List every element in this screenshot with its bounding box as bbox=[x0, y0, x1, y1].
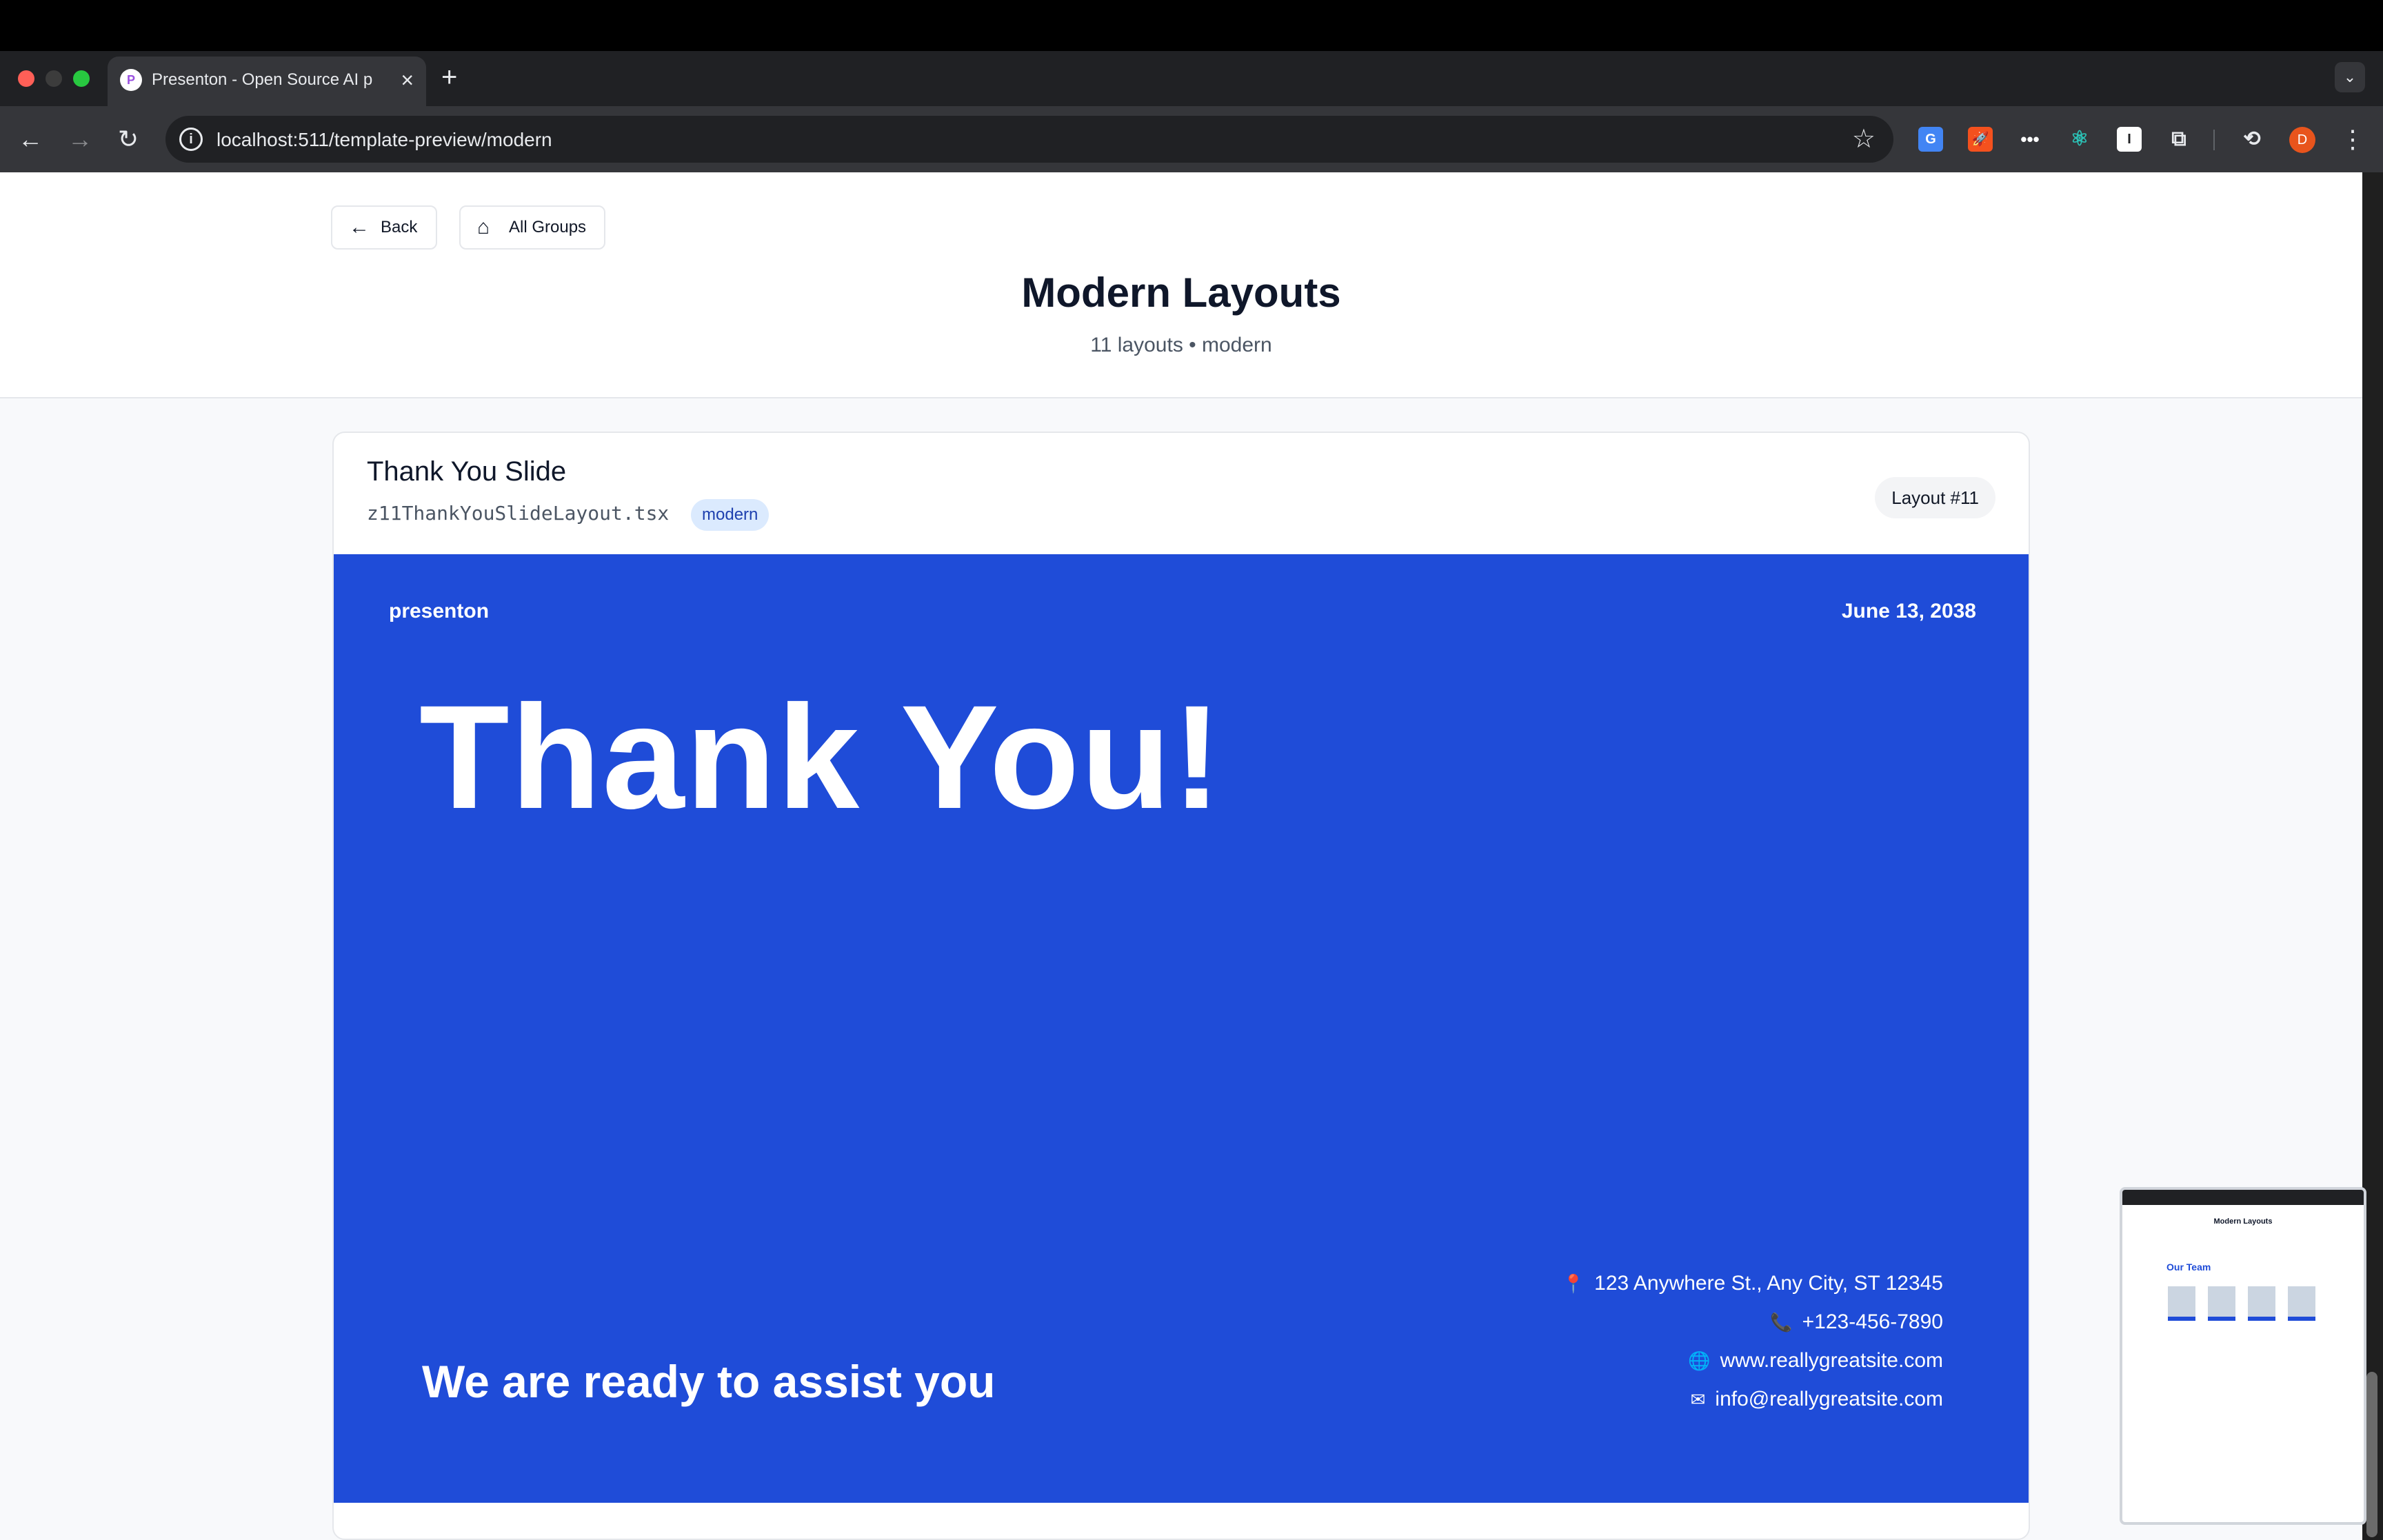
tab-title: Presenton - Open Source AI p bbox=[152, 70, 373, 89]
page-viewport: ← Back ⌂ All Groups Modern Layouts 11 la… bbox=[0, 172, 2362, 1540]
chevron-down-icon[interactable]: ⌄ bbox=[2335, 62, 2365, 92]
window-thumbnail-preview[interactable]: Modern Layouts Our Team bbox=[2120, 1187, 2366, 1525]
kebab-menu-icon[interactable]: ⋮ bbox=[2340, 121, 2365, 157]
back-arrow-icon[interactable]: ← bbox=[12, 121, 48, 157]
i-extension-icon[interactable]: I bbox=[2117, 127, 2142, 152]
thumbnail-title: Modern Layouts bbox=[2213, 1217, 2273, 1226]
website-text: www.reallygreatsite.com bbox=[1720, 1349, 1943, 1372]
layout-filename: z11ThankYouSlideLayout.tsx bbox=[367, 502, 670, 525]
react-extension-icon[interactable]: ⚛ bbox=[2067, 127, 2092, 152]
layout-title: Thank You Slide bbox=[367, 456, 567, 487]
window-minimize-button[interactable] bbox=[46, 70, 62, 87]
rocket-extension-icon[interactable]: 🚀 bbox=[1968, 127, 1993, 152]
slide-heading: Thank You! bbox=[419, 675, 1223, 840]
home-icon: ⌂ bbox=[477, 216, 490, 239]
contact-list: 📍 123 Anywhere St., Any City, ST 12345 📞 +… bbox=[1116, 1264, 1943, 1419]
email-text: info@reallygreatsite.com bbox=[1715, 1388, 1943, 1410]
window-close-button[interactable] bbox=[18, 70, 34, 87]
slide-date: June 13, 2038 bbox=[1841, 600, 1976, 622]
back-button[interactable]: ← Back bbox=[331, 205, 437, 250]
profile-avatar[interactable]: D bbox=[2289, 127, 2315, 153]
browser-tab[interactable]: P Presenton - Open Source AI p × bbox=[108, 57, 426, 106]
reload-icon[interactable]: ↻ bbox=[110, 121, 146, 157]
forward-arrow-icon[interactable]: → bbox=[62, 121, 98, 157]
address-text: 123 Anywhere St., Any City, ST 12345 bbox=[1594, 1272, 1943, 1295]
back-arrow-icon: ← bbox=[349, 216, 370, 239]
thumbnail-team-member bbox=[2208, 1286, 2235, 1321]
pin-icon: 📍 bbox=[1562, 1273, 1585, 1294]
thumbnail-toolbar bbox=[2122, 1190, 2364, 1205]
window-zoom-button[interactable] bbox=[73, 70, 90, 87]
back-button-label: Back bbox=[381, 218, 418, 236]
close-icon[interactable]: × bbox=[401, 66, 414, 94]
thumbnail-team-member bbox=[2288, 1286, 2315, 1321]
slide-preview: presenton June 13, 2038 Thank You! We ar… bbox=[334, 554, 2029, 1503]
layout-card: Thank You Slide z11ThankYouSlideLayout.t… bbox=[332, 432, 2030, 1540]
page-subtitle: 11 layouts • modern bbox=[1090, 334, 1272, 356]
contact-address: 📍 123 Anywhere St., Any City, ST 12345 bbox=[1116, 1264, 1943, 1303]
phone-icon: 📞 bbox=[1770, 1312, 1793, 1333]
envelope-icon: ✉ bbox=[1690, 1389, 1706, 1410]
toolbar-divider bbox=[2213, 130, 2215, 150]
plus-icon[interactable]: + bbox=[441, 61, 457, 94]
thumbnail-team-member bbox=[2168, 1286, 2195, 1321]
sync-icon[interactable]: ⟲ bbox=[2240, 127, 2264, 152]
contact-phone: 📞 +123-456-7890 bbox=[1116, 1303, 1943, 1341]
page-header: ← Back ⌂ All Groups Modern Layouts 11 la… bbox=[0, 172, 2362, 398]
globe-icon: 🌐 bbox=[1688, 1350, 1711, 1371]
presenton-favicon-icon: P bbox=[120, 69, 142, 91]
slide-brand: presenton bbox=[389, 600, 490, 622]
browser-toolbar: ← → ↻ i localhost:511/template-preview/m… bbox=[0, 106, 2383, 172]
phone-text: +123-456-7890 bbox=[1802, 1310, 1943, 1333]
page-title: Modern Layouts bbox=[1021, 270, 1341, 316]
thumbnail-heading: Our Team bbox=[2166, 1262, 2211, 1273]
slide-tagline: We are ready to assist you bbox=[422, 1356, 996, 1407]
os-top-bar bbox=[0, 0, 2383, 51]
all-groups-button[interactable]: ⌂ All Groups bbox=[459, 205, 605, 250]
all-groups-label: All Groups bbox=[509, 218, 587, 236]
info-icon[interactable]: i bbox=[179, 128, 203, 151]
thumbnail-team-member bbox=[2248, 1286, 2275, 1321]
translate-extension-icon[interactable]: G bbox=[1918, 127, 1943, 152]
contact-website: 🌐 www.reallygreatsite.com bbox=[1116, 1341, 1943, 1380]
password-extension-icon[interactable]: ••• bbox=[2018, 127, 2042, 152]
address-bar[interactable]: i localhost:511/template-preview/modern … bbox=[165, 116, 1893, 163]
url-text[interactable]: localhost:511/template-preview/modern bbox=[217, 129, 552, 151]
contact-email: ✉ info@reallygreatsite.com bbox=[1116, 1380, 1943, 1419]
star-icon[interactable]: ☆ bbox=[1852, 124, 1876, 154]
scrollbar-thumb[interactable] bbox=[2366, 1372, 2377, 1537]
puzzle-extensions-icon[interactable]: ⧉ bbox=[2166, 127, 2191, 152]
group-tag: modern bbox=[691, 499, 770, 531]
layout-number-badge: Layout #11 bbox=[1875, 477, 1995, 518]
